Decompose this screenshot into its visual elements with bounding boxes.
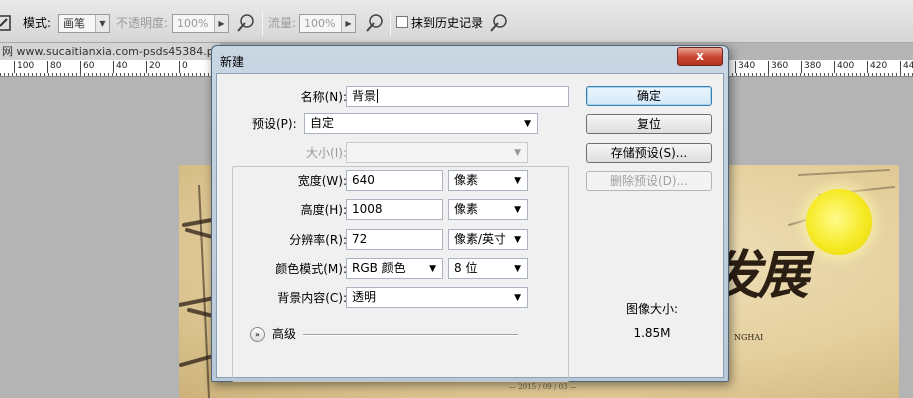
close-icon: x	[696, 49, 704, 63]
chevron-down-icon: ▼	[95, 15, 109, 32]
pressure-opacity-icon[interactable]	[235, 13, 255, 33]
close-button[interactable]: x	[677, 47, 723, 66]
color-mode-value: RGB 颜色	[352, 261, 406, 275]
chevron-down-icon: ▼	[514, 205, 521, 215]
flow-field[interactable]: 100% ▶	[299, 14, 356, 33]
erase-history-label: 抹到历史记录	[411, 16, 484, 30]
mode-select[interactable]: 画笔 ▼	[58, 14, 110, 33]
separator	[262, 10, 263, 36]
chevron-right-icon[interactable]: ▶	[214, 15, 228, 32]
preset-value: 自定	[310, 116, 335, 130]
resolution-input[interactable]: 72	[346, 229, 443, 250]
separator	[390, 10, 391, 36]
ruler-label: 100	[14, 61, 34, 73]
delete-preset-button[interactable]: 删除预设(D)...	[586, 171, 712, 191]
mode-label: 模式:	[23, 16, 52, 30]
width-unit-value: 像素	[454, 173, 479, 187]
name-label: 名称(N):	[300, 90, 347, 104]
color-mode-label: 颜色模式(M):	[275, 262, 347, 276]
size-select[interactable]: ▼	[346, 142, 528, 163]
height-input[interactable]: 1008	[346, 199, 443, 220]
bit-depth-value: 8 位	[454, 261, 478, 275]
dialog-title: 新建	[220, 55, 245, 69]
new-document-dialog: 新建 x 名称(N): 背景 预设(P): 自定 ▼ 大小(I): ▼ 宽度(W…	[211, 45, 729, 382]
name-value: 背景	[352, 89, 377, 103]
expand-advanced-icon[interactable]: »	[250, 327, 265, 342]
brush-preset-icon[interactable]	[0, 13, 14, 33]
flow-label: 流量:	[268, 16, 297, 30]
canvas-date: — 2015 / 09 / 03 —	[509, 383, 577, 391]
chevron-right-icon[interactable]: ▶	[341, 15, 355, 32]
preset-label: 预设(P):	[249, 114, 300, 134]
save-preset-button[interactable]: 存储预设(S)...	[586, 143, 712, 163]
ruler-label: 420	[867, 61, 887, 73]
width-unit-select[interactable]: 像素 ▼	[448, 170, 528, 191]
bg-content-value: 透明	[352, 290, 377, 304]
ruler-label: 340	[735, 61, 755, 73]
chevron-down-icon: ▼	[524, 119, 531, 129]
chevron-down-icon: ▼	[514, 293, 521, 303]
height-label: 高度(H):	[300, 203, 347, 217]
bit-depth-select[interactable]: 8 位 ▼	[448, 258, 528, 279]
options-bar: 模式: 画笔 ▼ 不透明度: 100% ▶ 流量: 100% ▶ 抹到历史记录	[0, 0, 913, 43]
preset-select[interactable]: 自定 ▼	[304, 113, 538, 134]
opacity-field[interactable]: 100% ▶	[172, 14, 229, 33]
document-tab[interactable]: 网 www.sucaitianxia.com-psds45384.ps	[0, 43, 220, 60]
opacity-value: 100%	[177, 17, 209, 30]
width-value: 640	[352, 173, 375, 187]
ruler-label: 400	[834, 61, 854, 73]
chevron-down-icon: ▼	[514, 148, 521, 158]
chevron-down-icon: ▼	[514, 264, 521, 274]
bg-content-select[interactable]: 透明 ▼	[346, 287, 528, 308]
chevron-down-icon: ▼	[514, 176, 521, 186]
ruler-label: 44	[900, 61, 913, 73]
advanced-divider	[303, 334, 518, 336]
text-caret	[377, 89, 379, 103]
name-input[interactable]: 背景	[346, 86, 569, 107]
reset-button[interactable]: 复位	[586, 114, 712, 134]
advanced-label: 高级	[272, 327, 297, 341]
chevron-down-icon: ▼	[514, 235, 521, 245]
resolution-unit-select[interactable]: 像素/英寸 ▼	[448, 229, 528, 250]
flow-value: 100%	[304, 17, 336, 30]
canvas-subtext: NGHAI	[734, 333, 764, 342]
ok-button[interactable]: 确定	[586, 86, 712, 106]
image-size-label: 图像大小:	[625, 302, 679, 316]
color-mode-select[interactable]: RGB 颜色 ▼	[346, 258, 443, 279]
airbrush-icon[interactable]	[364, 13, 384, 33]
pressure-size-icon[interactable]	[488, 13, 508, 33]
chevron-down-icon: ▼	[429, 264, 436, 274]
height-value: 1008	[352, 202, 383, 216]
width-input[interactable]: 640	[346, 170, 443, 191]
resolution-unit-value: 像素/英寸	[454, 232, 507, 246]
ruler-label: 60	[80, 61, 94, 73]
resolution-value: 72	[352, 232, 368, 246]
ruler-label: 360	[768, 61, 788, 73]
ruler-label: 40	[113, 61, 127, 73]
height-unit-select[interactable]: 像素 ▼	[448, 199, 528, 220]
width-label: 宽度(W):	[297, 174, 347, 188]
image-size-value: 1.85M	[633, 326, 671, 340]
ruler-label: 380	[801, 61, 821, 73]
ruler-label: 0	[179, 61, 188, 73]
mode-value: 画笔	[63, 17, 85, 30]
ruler-label: 20	[146, 61, 160, 73]
document-tab-title: 网 www.sucaitianxia.com-psds45384.ps	[2, 45, 220, 58]
dialog-body: 名称(N): 背景 预设(P): 自定 ▼ 大小(I): ▼ 宽度(W): 64…	[216, 73, 724, 382]
erase-history-checkbox[interactable]	[396, 16, 408, 28]
bg-content-label: 背景内容(C):	[277, 291, 347, 305]
opacity-label: 不透明度:	[116, 16, 169, 30]
size-label: 大小(I):	[306, 146, 347, 160]
height-unit-value: 像素	[454, 202, 479, 216]
moon-graphic	[806, 189, 872, 255]
ruler-label: 80	[47, 61, 61, 73]
resolution-label: 分辨率(R):	[289, 233, 347, 247]
